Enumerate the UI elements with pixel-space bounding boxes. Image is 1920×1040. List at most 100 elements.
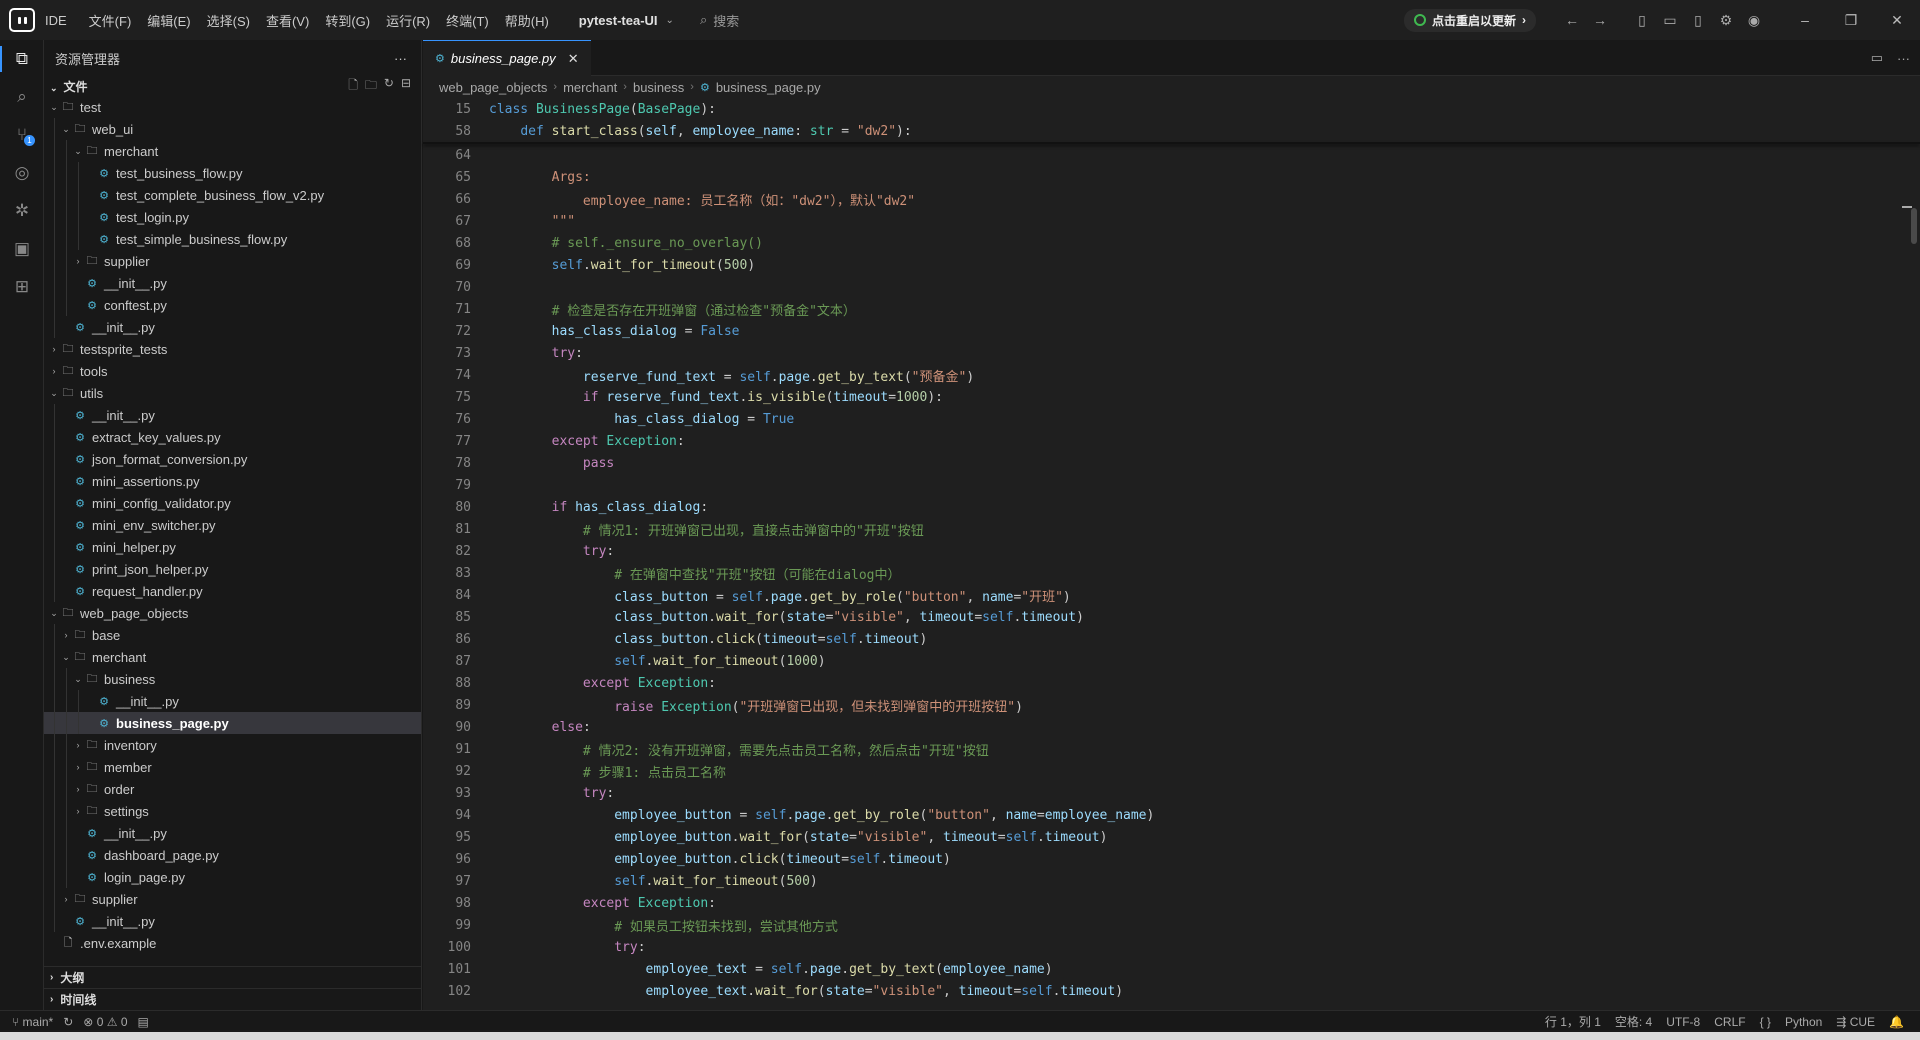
code-line[interactable]: 66 employee_name: 员工名称（如："dw2"），默认"dw2": [423, 188, 1920, 210]
menu-help[interactable]: 帮助(H): [505, 11, 549, 30]
code-line[interactable]: 80 if has_class_dialog:: [423, 496, 1920, 518]
tree-file[interactable]: ⚙ __init__.py: [44, 690, 421, 712]
cursor-position[interactable]: 行 1，列 1: [1545, 1013, 1601, 1030]
cue-item[interactable]: ⇶ CUE: [1836, 1015, 1875, 1029]
menu-edit[interactable]: 编辑(E): [147, 11, 190, 30]
code-line[interactable]: 76 has_class_dialog = True: [423, 408, 1920, 430]
code-line[interactable]: 99 # 如果员工按钮未找到，尝试其他方式: [423, 914, 1920, 936]
account-icon[interactable]: ◉: [1740, 12, 1768, 29]
new-file-icon[interactable]: 🗋: [348, 76, 358, 97]
code-line[interactable]: 102 employee_text.wait_for(state="visibl…: [423, 980, 1920, 1002]
code-line[interactable]: 100 try:: [423, 936, 1920, 958]
tree-folder[interactable]: › 🗀 settings: [44, 800, 421, 822]
tree-file[interactable]: ⚙ conftest.py: [44, 294, 421, 316]
debug-bug-icon[interactable]: ✲: [0, 192, 44, 230]
problems-item[interactable]: ⊗ 0 ⚠ 0: [83, 1015, 127, 1029]
tree-file[interactable]: ⚙ __init__.py: [44, 404, 421, 426]
search-view-icon[interactable]: ⌕: [0, 78, 44, 116]
breadcrumb-item[interactable]: merchant: [563, 80, 617, 95]
extensions-icon[interactable]: ⊞: [0, 268, 44, 306]
editor-scrollbar[interactable]: [1902, 98, 1920, 1010]
indentation[interactable]: 空格: 4: [1615, 1013, 1652, 1030]
menu-terminal[interactable]: 终端(T): [446, 11, 489, 30]
command-search[interactable]: ⌕ 搜索: [700, 11, 739, 30]
language-mode[interactable]: Python: [1785, 1015, 1822, 1029]
project-switcher[interactable]: pytest-tea-UI: [579, 13, 658, 28]
tree-folder[interactable]: ⌄ 🗀 web_ui: [44, 118, 421, 140]
code-line[interactable]: 69 self.wait_for_timeout(500): [423, 254, 1920, 276]
code-line[interactable]: 58 def start_class(self, employee_name: …: [423, 120, 1920, 142]
tree-folder[interactable]: › 🗀 supplier: [44, 250, 421, 272]
tree-folder[interactable]: ⌄ 🗀 web_page_objects: [44, 602, 421, 624]
tree-file[interactable]: ⚙ request_handler.py: [44, 580, 421, 602]
code-line[interactable]: 77 except Exception:: [423, 430, 1920, 452]
code-line[interactable]: 72 has_class_dialog = False: [423, 320, 1920, 342]
code-line[interactable]: 84 class_button = self.page.get_by_role(…: [423, 584, 1920, 606]
tree-file[interactable]: ⚙ __init__.py: [44, 822, 421, 844]
tree-file[interactable]: ⚙ mini_helper.py: [44, 536, 421, 558]
toggle-panel-icon[interactable]: ▭: [1656, 12, 1684, 29]
menu-run[interactable]: 运行(R): [386, 11, 430, 30]
code-line[interactable]: 79: [423, 474, 1920, 496]
code-line[interactable]: 98 except Exception:: [423, 892, 1920, 914]
branch-item[interactable]: ⑂ main*: [12, 1015, 53, 1029]
tree-file[interactable]: ⚙ test_login.py: [44, 206, 421, 228]
tree-file[interactable]: ⚙ __init__.py: [44, 910, 421, 932]
tree-file[interactable]: ⚙ test_complete_business_flow_v2.py: [44, 184, 421, 206]
code-line[interactable]: 101 employee_text = self.page.get_by_tex…: [423, 958, 1920, 980]
tab-business-page[interactable]: ⚙ business_page.py ✕: [423, 40, 591, 76]
tree-folder[interactable]: › 🗀 supplier: [44, 888, 421, 910]
tree-file[interactable]: ⚙ print_json_helper.py: [44, 558, 421, 580]
minimize-window-icon[interactable]: –: [1782, 12, 1828, 28]
braces-icon[interactable]: { }: [1760, 1015, 1771, 1029]
code-line[interactable]: 64: [423, 144, 1920, 166]
tree-file[interactable]: ⚙ test_business_flow.py: [44, 162, 421, 184]
code-line[interactable]: 96 employee_button.click(timeout=self.ti…: [423, 848, 1920, 870]
code-line[interactable]: 86 class_button.click(timeout=self.timeo…: [423, 628, 1920, 650]
close-tab-icon[interactable]: ✕: [568, 51, 579, 67]
tree-file[interactable]: ⚙ login_page.py: [44, 866, 421, 888]
tree-folder[interactable]: › 🗀 base: [44, 624, 421, 646]
code-line[interactable]: 68 # self._ensure_no_overlay(): [423, 232, 1920, 254]
tree-file[interactable]: ⚙ __init__.py: [44, 316, 421, 338]
new-folder-icon[interactable]: 🗀: [365, 76, 377, 97]
outline-section[interactable]: › 大纲: [44, 966, 422, 988]
toggle-secondary-sidebar-icon[interactable]: ▯: [1684, 12, 1712, 29]
tree-file[interactable]: ⚙ mini_config_validator.py: [44, 492, 421, 514]
code-line[interactable]: 78 pass: [423, 452, 1920, 474]
chevron-down-icon[interactable]: ⌄: [666, 15, 674, 26]
watch-eye-icon[interactable]: ◎: [0, 154, 44, 192]
menu-view[interactable]: 查看(V): [266, 11, 309, 30]
toggle-primary-sidebar-icon[interactable]: ▯: [1628, 12, 1656, 29]
tree-file[interactable]: ⚙ business_page.py: [44, 712, 421, 734]
menu-selection[interactable]: 选择(S): [207, 11, 250, 30]
tree-folder[interactable]: › 🗀 tools: [44, 360, 421, 382]
code-line[interactable]: 73 try:: [423, 342, 1920, 364]
editor-more-actions-icon[interactable]: ···: [1897, 51, 1910, 66]
code-line[interactable]: 89 raise Exception("开班弹窗已出现，但未找到弹窗中的开班按钮…: [423, 694, 1920, 716]
code-line[interactable]: 15 class BusinessPage(BasePage):: [423, 98, 1920, 120]
code-line[interactable]: 75 if reserve_fund_text.is_visible(timeo…: [423, 386, 1920, 408]
code-line[interactable]: 71 # 检查是否存在开班弹窗（通过检查"预备金"文本）: [423, 298, 1920, 320]
ports-icon[interactable]: ▤: [138, 1015, 149, 1029]
code-line[interactable]: 67 """: [423, 210, 1920, 232]
tree-folder[interactable]: ⌄ 🗀 test: [44, 96, 421, 118]
code-line[interactable]: 82 try:: [423, 540, 1920, 562]
tree-file[interactable]: ⚙ test_simple_business_flow.py: [44, 228, 421, 250]
source-control-icon[interactable]: ⑂ 1: [0, 116, 44, 154]
code-line[interactable]: 91 # 情况2: 没有开班弹窗，需要先点击员工名称，然后点击"开班"按钮: [423, 738, 1920, 760]
close-window-icon[interactable]: ✕: [1874, 12, 1920, 29]
code-line[interactable]: 81 # 情况1: 开班弹窗已出现，直接点击弹窗中的"开班"按钮: [423, 518, 1920, 540]
tree-folder[interactable]: › 🗀 testsprite_tests: [44, 338, 421, 360]
settings-gear-icon[interactable]: ⚙: [1712, 12, 1740, 29]
forward-arrow-icon[interactable]: →: [1586, 12, 1614, 28]
refresh-icon[interactable]: ↻: [384, 76, 394, 97]
code-line[interactable]: 74 reserve_fund_text = self.page.get_by_…: [423, 364, 1920, 386]
breadcrumb-item[interactable]: web_page_objects: [439, 80, 547, 95]
tree-file[interactable]: 🗋 .env.example: [44, 932, 421, 954]
explorer-icon[interactable]: ⧉: [0, 40, 44, 78]
code-line[interactable]: 70: [423, 276, 1920, 298]
menu-file[interactable]: 文件(F): [89, 11, 132, 30]
code-line[interactable]: 90 else:: [423, 716, 1920, 738]
more-actions-icon[interactable]: ···: [394, 51, 407, 66]
